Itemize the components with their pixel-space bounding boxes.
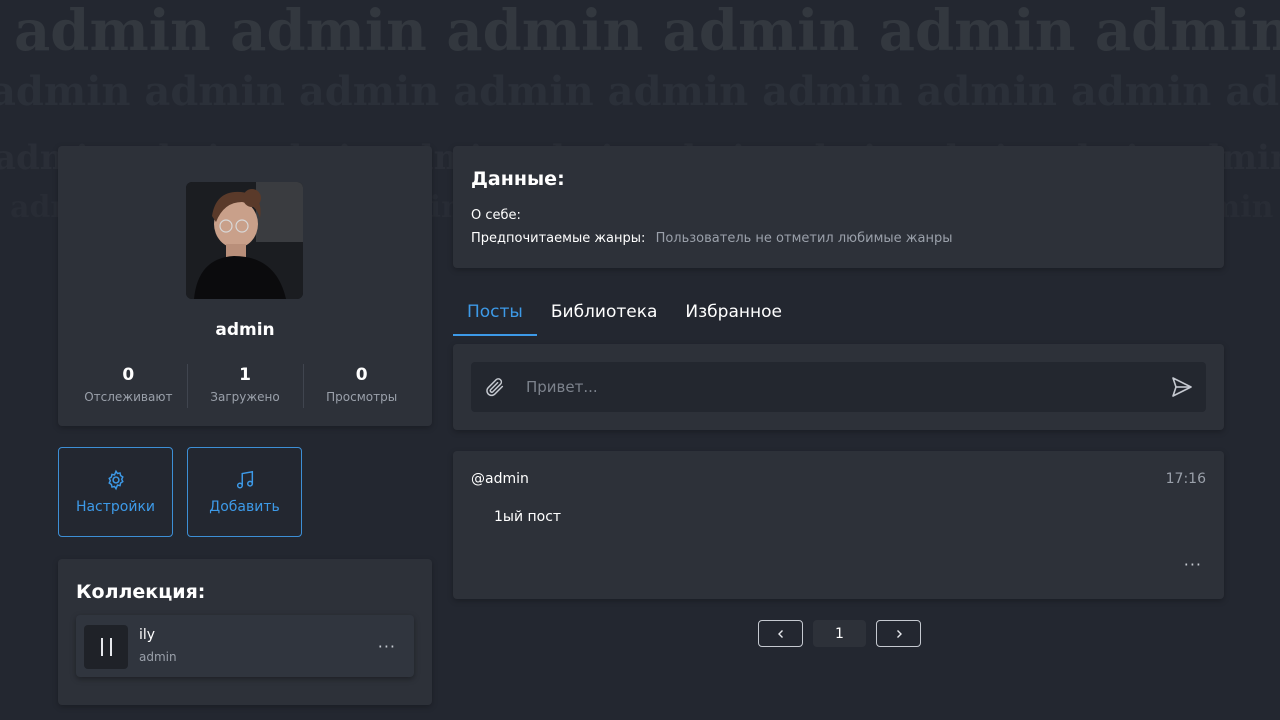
track-title: ily	[139, 627, 156, 643]
stat-uploaded: 1 Загружено	[186, 364, 304, 408]
stat-followers-value: 0	[122, 365, 135, 385]
post-card: @admin 17:16 1ый пост ···	[453, 451, 1224, 599]
bg-row-2: admin admin admin admin admin admin admi…	[0, 68, 1280, 115]
prev-page-button[interactable]	[758, 620, 803, 647]
profile-tabs: Посты Библиотека Избранное	[453, 300, 796, 336]
next-page-button[interactable]	[876, 620, 921, 647]
music-note-icon	[236, 470, 253, 489]
stat-followers-label: Отслеживают	[84, 390, 173, 404]
profile-card: admin 0 Отслеживают 1 Загружено 0 Просмо…	[58, 146, 432, 426]
bg-row-1: admin admin admin admin admin admin admi…	[14, 0, 1280, 64]
settings-button-label: Настройки	[75, 499, 156, 515]
compose-box	[471, 362, 1206, 412]
track-item[interactable]: ily admin ···	[76, 615, 414, 677]
post-author[interactable]: @admin	[471, 471, 529, 487]
paperclip-icon[interactable]	[484, 376, 506, 398]
profile-username: admin	[215, 320, 275, 340]
chevron-right-icon	[896, 629, 902, 638]
genres-value: Пользователь не отметил любимые жанры	[655, 231, 953, 246]
stat-views-label: Просмотры	[326, 390, 398, 404]
profile-stats: 0 Отслеживают 1 Загружено 0 Просмотры	[70, 364, 420, 408]
track-more-button[interactable]: ···	[378, 637, 396, 656]
post-body: 1ый пост	[494, 509, 562, 525]
add-button-label: Добавить	[209, 499, 280, 515]
avatar[interactable]	[186, 182, 303, 299]
page-number[interactable]: 1	[813, 620, 866, 647]
gear-icon	[107, 469, 124, 491]
stat-followers: 0 Отслеживают	[70, 364, 187, 408]
data-title: Данные:	[471, 168, 565, 190]
pause-icon	[100, 638, 112, 656]
track-artist[interactable]: admin	[139, 650, 177, 664]
add-button[interactable]: Добавить	[187, 447, 302, 537]
about-row: О себе:	[471, 208, 527, 223]
post-input[interactable]	[526, 378, 1170, 396]
settings-button[interactable]: Настройки	[58, 447, 173, 537]
user-data-card: Данные: О себе: Предпочитаемые жанры: По…	[453, 146, 1224, 268]
stat-uploaded-value: 1	[239, 365, 251, 385]
tab-library[interactable]: Библиотека	[537, 300, 672, 336]
post-time: 17:16	[1165, 471, 1206, 487]
chevron-left-icon	[777, 629, 783, 638]
stat-uploaded-label: Загружено	[210, 390, 280, 404]
collection-card: Коллекция: ily admin ···	[58, 559, 432, 705]
stat-views-value: 0	[355, 365, 368, 385]
collection-title: Коллекция:	[76, 581, 206, 603]
compose-card	[453, 344, 1224, 430]
genres-row: Предпочитаемые жанры: Пользователь не от…	[471, 231, 952, 246]
pause-button[interactable]	[84, 625, 128, 669]
tab-posts[interactable]: Посты	[453, 300, 537, 336]
tab-favorites[interactable]: Избранное	[671, 300, 796, 336]
about-label: О себе:	[471, 208, 521, 223]
post-more-button[interactable]: ···	[1184, 555, 1202, 574]
genres-label: Предпочитаемые жанры:	[471, 231, 646, 246]
stat-views: 0 Просмотры	[303, 364, 420, 408]
pagination: 1	[758, 620, 921, 647]
avatar-image	[186, 182, 303, 299]
send-icon[interactable]	[1170, 375, 1194, 399]
